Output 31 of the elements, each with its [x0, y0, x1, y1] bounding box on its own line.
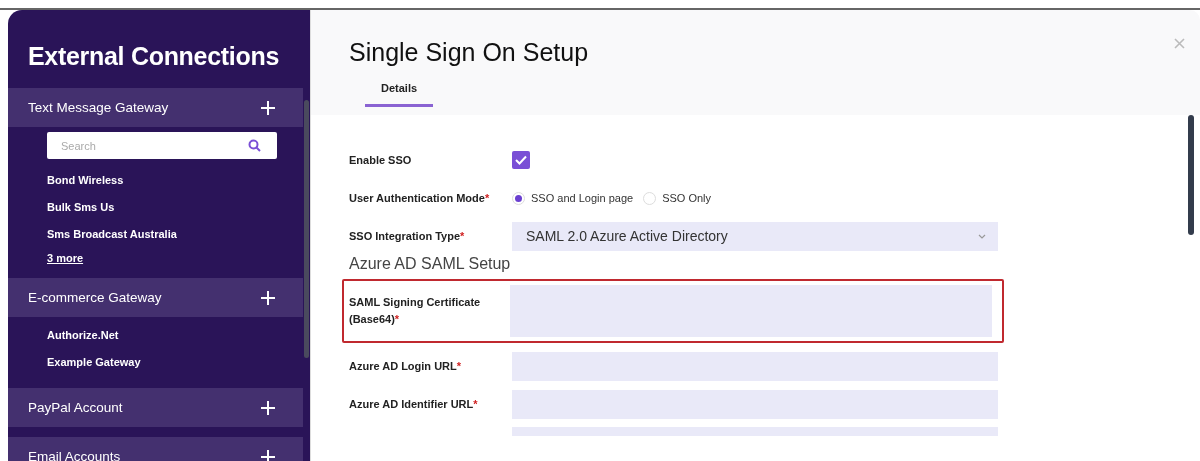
field-label: Azure AD Identifier URL* [349, 396, 479, 412]
connection-item[interactable]: Authorize.Net [47, 322, 310, 349]
field-label: Enable SSO [349, 152, 413, 168]
chevron-down-icon [978, 233, 986, 239]
dialog-title: Single Sign On Setup [349, 38, 589, 66]
section-header[interactable]: E-commerce Gateway [8, 278, 303, 317]
tab[interactable]: Details [365, 82, 434, 107]
search-icon[interactable] [248, 139, 261, 152]
plus-icon[interactable] [261, 400, 275, 415]
field-label: SSO Integration Type* [349, 228, 466, 244]
connection-item[interactable]: Bulk Sms Us [47, 194, 310, 221]
select-field[interactable]: SAML 2.0 Azure Active Directory [512, 221, 998, 251]
connection-item[interactable]: Example Gateway [47, 349, 310, 376]
field-label: User Authentication Mode* [349, 190, 491, 206]
section-header[interactable]: PayPal Account [8, 388, 303, 427]
connection-item[interactable]: Bond Wireless [47, 167, 310, 194]
plus-icon[interactable] [261, 100, 275, 115]
section-header[interactable]: Text Message Gateway [8, 88, 303, 127]
option-label: SSO and Login page [531, 192, 634, 204]
field-label: SAML Signing Certificate (Base64)* [349, 295, 482, 327]
section-header[interactable]: Email Accounts [8, 437, 303, 461]
connection-item[interactable]: Sms Broadcast Australia [47, 221, 310, 248]
checkbox[interactable] [512, 151, 530, 169]
search-field[interactable]: Search [47, 132, 277, 159]
field-label: Azure AD Login URL* [349, 358, 463, 374]
sidebar-title: External Connections [27, 41, 280, 72]
plus-icon[interactable] [261, 449, 275, 461]
plus-icon[interactable] [261, 290, 275, 305]
more-link[interactable]: 3 more [47, 252, 84, 264]
section-heading: Azure AD SAML Setup [349, 255, 512, 273]
option-label: SSO Only [662, 192, 712, 204]
